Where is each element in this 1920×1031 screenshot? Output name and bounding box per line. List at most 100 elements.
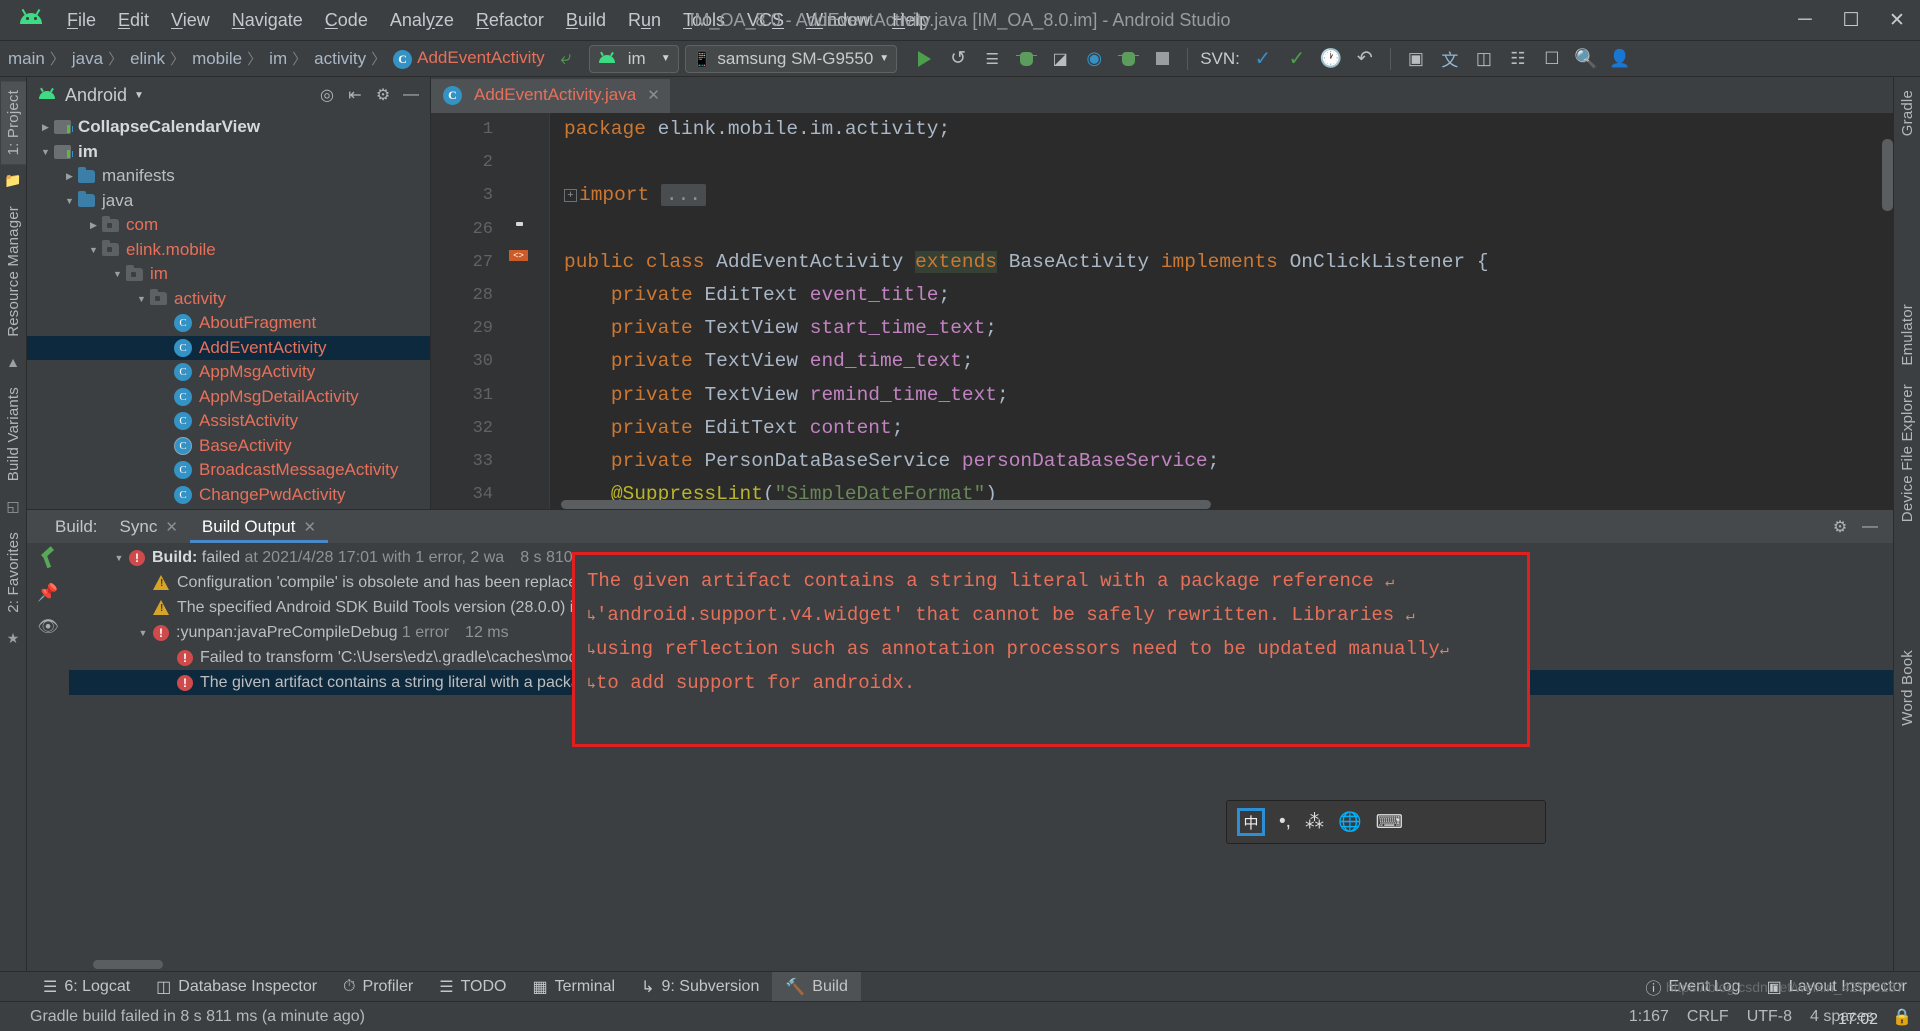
apply-changes-icon[interactable] xyxy=(1111,45,1145,73)
gutter-line[interactable]: 29 xyxy=(431,312,549,345)
collapse-all-icon[interactable]: ⇤ xyxy=(342,83,368,107)
attach-debugger-icon[interactable]: ◪ xyxy=(1043,45,1077,73)
minimize-button[interactable]: ─ xyxy=(1782,0,1828,40)
tree-expand-arrow[interactable]: ▶ xyxy=(85,220,102,231)
tool-subversion[interactable]: ↳ 9: Subversion xyxy=(628,972,772,1002)
code-line[interactable]: public class AddEventActivity extends Ba… xyxy=(564,246,1893,279)
menu-item-analyze[interactable]: Analyze xyxy=(379,6,465,35)
tree-expand-arrow[interactable]: ▼ xyxy=(37,147,54,157)
tree-item-selected[interactable]: C AddEventActivity xyxy=(27,335,430,360)
code-line[interactable]: private TextView remind_time_text; xyxy=(564,379,1893,412)
back-navigation-icon[interactable]: ⤶ xyxy=(549,45,583,73)
debug-icon[interactable] xyxy=(1009,45,1043,73)
device-selector[interactable]: 📱 samsung SM-G9550 ▼ xyxy=(684,44,898,73)
breadcrumb-item-active[interactable]: C AddEventActivity xyxy=(387,48,549,69)
sidebar-item-gradle[interactable]: Gradle xyxy=(1895,81,1920,145)
sidebar-item-project[interactable]: 1: Project xyxy=(0,81,26,165)
rerun-icon[interactable]: ↺ xyxy=(941,45,975,73)
tool-database-inspector[interactable]: ◫ Database Inspector xyxy=(143,972,330,1002)
ime-item[interactable]: •, xyxy=(1279,811,1291,833)
avd-icon[interactable]: ☐ xyxy=(1535,45,1569,73)
tree-item[interactable]: C AppMsgDetailActivity xyxy=(27,385,430,410)
code-line[interactable] xyxy=(564,213,1893,246)
code-line[interactable]: private EditText content; xyxy=(564,412,1893,445)
tree-item[interactable]: ▶ com xyxy=(27,213,430,238)
pin-icon[interactable]: 📌 xyxy=(37,583,58,603)
generated-code-icon[interactable]: <> xyxy=(509,250,528,261)
tree-item[interactable]: C BroadcastMessageActivity xyxy=(27,458,430,483)
tree-item[interactable]: ▶ CollapseCalendarView xyxy=(27,115,430,140)
menu-item-build[interactable]: Build xyxy=(555,6,617,35)
stop-icon[interactable] xyxy=(1145,45,1179,73)
tool-build[interactable]: 🔨 Build xyxy=(772,971,861,1002)
caret-position[interactable]: 1:167 xyxy=(1629,1008,1669,1026)
gutter-line[interactable]: 32 xyxy=(431,412,549,445)
sidebar-item-resource-manager[interactable]: Resource Manager xyxy=(1,197,26,346)
menu-item-edit[interactable]: Edit xyxy=(107,6,160,35)
gutter-line[interactable]: 30 xyxy=(431,345,549,378)
tool-profiler[interactable]: ⏱ Profiler xyxy=(330,972,426,1002)
profiler-icon[interactable]: ◉ xyxy=(1077,45,1111,73)
tree-expand-arrow[interactable]: ▼ xyxy=(85,245,102,255)
eye-icon[interactable]: 👁 xyxy=(37,617,59,637)
ime-item[interactable]: ⁂ xyxy=(1305,811,1324,834)
expand-arrow[interactable]: ▼ xyxy=(133,628,153,638)
tab-sync[interactable]: Sync ✕ xyxy=(108,510,190,543)
menu-item-refactor[interactable]: Refactor xyxy=(465,6,555,35)
tab-build-output[interactable]: Build Output ✕ xyxy=(190,510,328,543)
fold-icon[interactable]: + xyxy=(564,189,577,203)
code-text[interactable]: package elink.mobile.im.activity; + impor… xyxy=(549,113,1893,509)
tree-item[interactable]: C AssistActivity xyxy=(27,409,430,434)
lock-icon[interactable]: 🔒 xyxy=(1892,1007,1912,1027)
editor-tab-addeventactivity[interactable]: C AddEventActivity.java ✕ xyxy=(431,79,670,113)
hide-panel-icon[interactable]: — xyxy=(398,83,424,107)
sidebar-item-word-book[interactable]: Word Book xyxy=(1895,641,1920,735)
project-tree[interactable]: ▶ CollapseCalendarView ▼ im ▶ manifests ▼ java ▶… xyxy=(27,113,430,509)
device-manager-icon[interactable]: ▣ xyxy=(1399,45,1433,73)
tree-expand-arrow[interactable]: ▼ xyxy=(109,269,126,279)
breadcrumb-item-mobile[interactable]: mobile xyxy=(186,49,246,69)
run-icon[interactable] xyxy=(907,45,941,73)
encoding[interactable]: UTF-8 xyxy=(1747,1008,1792,1026)
code-area[interactable]: 1 2 3 26 27 <> 28 29 30 31 32 33 34 package elink.mo… xyxy=(431,113,1893,509)
gutter-line[interactable]: 33 xyxy=(431,445,549,478)
chevron-down-icon[interactable]: ▼ xyxy=(134,90,144,101)
edit-configurations-icon[interactable]: ☰ xyxy=(975,45,1009,73)
gutter-line[interactable]: 2 xyxy=(431,146,549,179)
menu-item-navigate[interactable]: Navigate xyxy=(221,6,314,35)
tree-item[interactable]: ▶ manifests xyxy=(27,164,430,189)
code-line[interactable]: private TextView end_time_text; xyxy=(564,345,1893,378)
tree-item[interactable]: ▼ activity xyxy=(27,287,430,312)
code-line[interactable]: + import ... xyxy=(564,179,1893,212)
tree-item[interactable]: C ChangePwdActivity xyxy=(27,483,430,508)
build-horizontal-scrollbar[interactable] xyxy=(93,960,163,969)
close-button[interactable]: ✕ xyxy=(1874,0,1920,40)
settings-gear-icon[interactable]: ⚙ xyxy=(370,83,396,107)
ime-popup[interactable]: 中 •, ⁂ 🌐 ⌨ xyxy=(1226,800,1546,844)
tree-expand-arrow[interactable]: ▼ xyxy=(61,196,78,206)
gutter-line[interactable]: 31 xyxy=(431,379,549,412)
close-icon[interactable]: ✕ xyxy=(303,518,316,536)
update-icon[interactable]: ✓ xyxy=(1246,45,1280,73)
maximize-button[interactable]: ☐ xyxy=(1828,0,1874,40)
ime-item[interactable]: 🌐 xyxy=(1338,810,1362,834)
build-hammer-icon[interactable] xyxy=(38,549,58,569)
code-line[interactable]: private PersonDataBaseService personData… xyxy=(564,445,1893,478)
layout-editor-icon[interactable]: ◫ xyxy=(1467,45,1501,73)
tree-item[interactable]: C BaseActivity xyxy=(27,434,430,459)
tool-todo[interactable]: ☰ TODO xyxy=(426,972,519,1002)
settings-gear-icon[interactable]: ⚙ xyxy=(1827,515,1853,539)
sdk-manager-icon[interactable]: ☷ xyxy=(1501,45,1535,73)
menu-item-run[interactable]: Run xyxy=(617,6,672,35)
editor-gutter[interactable]: 1 2 3 26 27 <> 28 29 30 31 32 33 34 xyxy=(431,113,549,509)
tree-expand-arrow[interactable]: ▼ xyxy=(133,294,150,304)
tree-expand-arrow[interactable]: ▶ xyxy=(61,171,78,182)
tree-item[interactable]: C AppMsgActivity xyxy=(27,360,430,385)
search-icon[interactable]: 🔍 xyxy=(1569,45,1603,73)
translate-icon[interactable]: 文 xyxy=(1433,45,1467,73)
breadcrumb-item-main[interactable]: main xyxy=(2,49,49,69)
tree-item[interactable]: ▼ elink.mobile xyxy=(27,238,430,263)
tree-item[interactable]: ▼ im xyxy=(27,262,430,287)
menu-item-help[interactable]: Help xyxy=(881,6,940,35)
gutter-line[interactable]: 34 xyxy=(431,478,549,509)
